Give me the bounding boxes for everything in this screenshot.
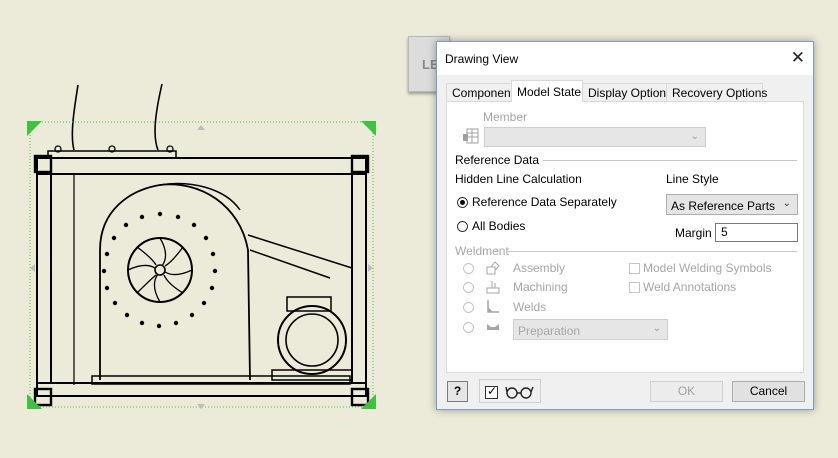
preview-toolbar: ✓ xyxy=(479,379,541,403)
radio-all-bodies[interactable] xyxy=(457,221,468,232)
margin-input[interactable]: 5 xyxy=(715,223,798,242)
tab-display-options[interactable]: Display Options xyxy=(582,83,672,101)
drawing-view-dialog: Drawing View ✕ Component Model State Dis… xyxy=(436,41,814,410)
checkbox-model-welding-symbols[interactable] xyxy=(629,263,640,274)
close-icon[interactable]: ✕ xyxy=(791,48,805,68)
weld-annotations-label: Weld Annotations xyxy=(643,280,737,294)
tab-component[interactable]: Component xyxy=(446,83,514,101)
preparation-dropdown[interactable]: Preparation ⌄ xyxy=(513,319,668,340)
assembly-label: Assembly xyxy=(513,261,566,275)
member-dropdown[interactable]: ⌄ xyxy=(484,127,706,147)
selection-box[interactable] xyxy=(27,121,376,409)
glasses-icon[interactable] xyxy=(505,385,535,399)
radio-reference-separately[interactable] xyxy=(457,197,468,208)
radio-machining[interactable] xyxy=(463,282,474,293)
tab-model-state[interactable]: Model State xyxy=(511,80,583,102)
welds-icon xyxy=(487,300,499,313)
help-icon: ? xyxy=(453,384,462,398)
weldment-divider xyxy=(508,251,797,252)
checkbox-weld-annotations[interactable] xyxy=(629,282,640,293)
reference-data-divider xyxy=(543,160,797,161)
reference-data-label: Reference Data xyxy=(455,153,540,167)
machining-icon xyxy=(486,281,500,294)
radio-welds[interactable] xyxy=(463,302,474,313)
radio-preparation[interactable] xyxy=(463,322,474,333)
help-button[interactable]: ? xyxy=(447,381,468,402)
margin-label: Margin xyxy=(675,226,712,240)
line-style-dropdown[interactable]: As Reference Parts ⌄ xyxy=(666,194,798,215)
member-label: Member xyxy=(483,110,528,124)
line-style-label: Line Style xyxy=(666,172,719,186)
chevron-down-icon: ⌄ xyxy=(652,323,661,334)
reference-separately-label[interactable]: Reference Data Separately xyxy=(472,195,617,209)
cancel-button[interactable]: Cancel xyxy=(732,381,805,402)
dialog-title: Drawing View xyxy=(445,52,519,66)
preparation-icon xyxy=(487,324,499,330)
line-style-value: As Reference Parts xyxy=(671,199,776,213)
radio-assembly[interactable] xyxy=(463,263,474,274)
ok-button[interactable]: OK xyxy=(650,381,723,402)
hidden-line-label: Hidden Line Calculation xyxy=(455,172,582,186)
machining-label: Machining xyxy=(513,280,568,294)
assembly-icon xyxy=(486,261,500,275)
model-welding-symbols-label: Model Welding Symbols xyxy=(643,261,772,275)
member-table-icon xyxy=(463,128,479,144)
welds-label: Welds xyxy=(513,300,547,314)
tab-recovery-options[interactable]: Recovery Options xyxy=(666,83,767,101)
chevron-down-icon: ⌄ xyxy=(782,198,791,209)
chevron-down-icon: ⌄ xyxy=(690,131,699,142)
checkmark-icon: ✓ xyxy=(487,384,498,398)
preparation-value: Preparation xyxy=(518,324,581,338)
model-state-panel: Member ⌄ Reference Data Hidden Line Calc… xyxy=(446,101,804,373)
weldment-label: Weldment xyxy=(455,244,509,258)
checkbox-preview[interactable]: ✓ xyxy=(485,384,498,399)
all-bodies-label[interactable]: All Bodies xyxy=(472,219,525,233)
dialog-titlebar[interactable]: Drawing View ✕ xyxy=(437,42,813,75)
drawing-view[interactable] xyxy=(33,83,370,407)
